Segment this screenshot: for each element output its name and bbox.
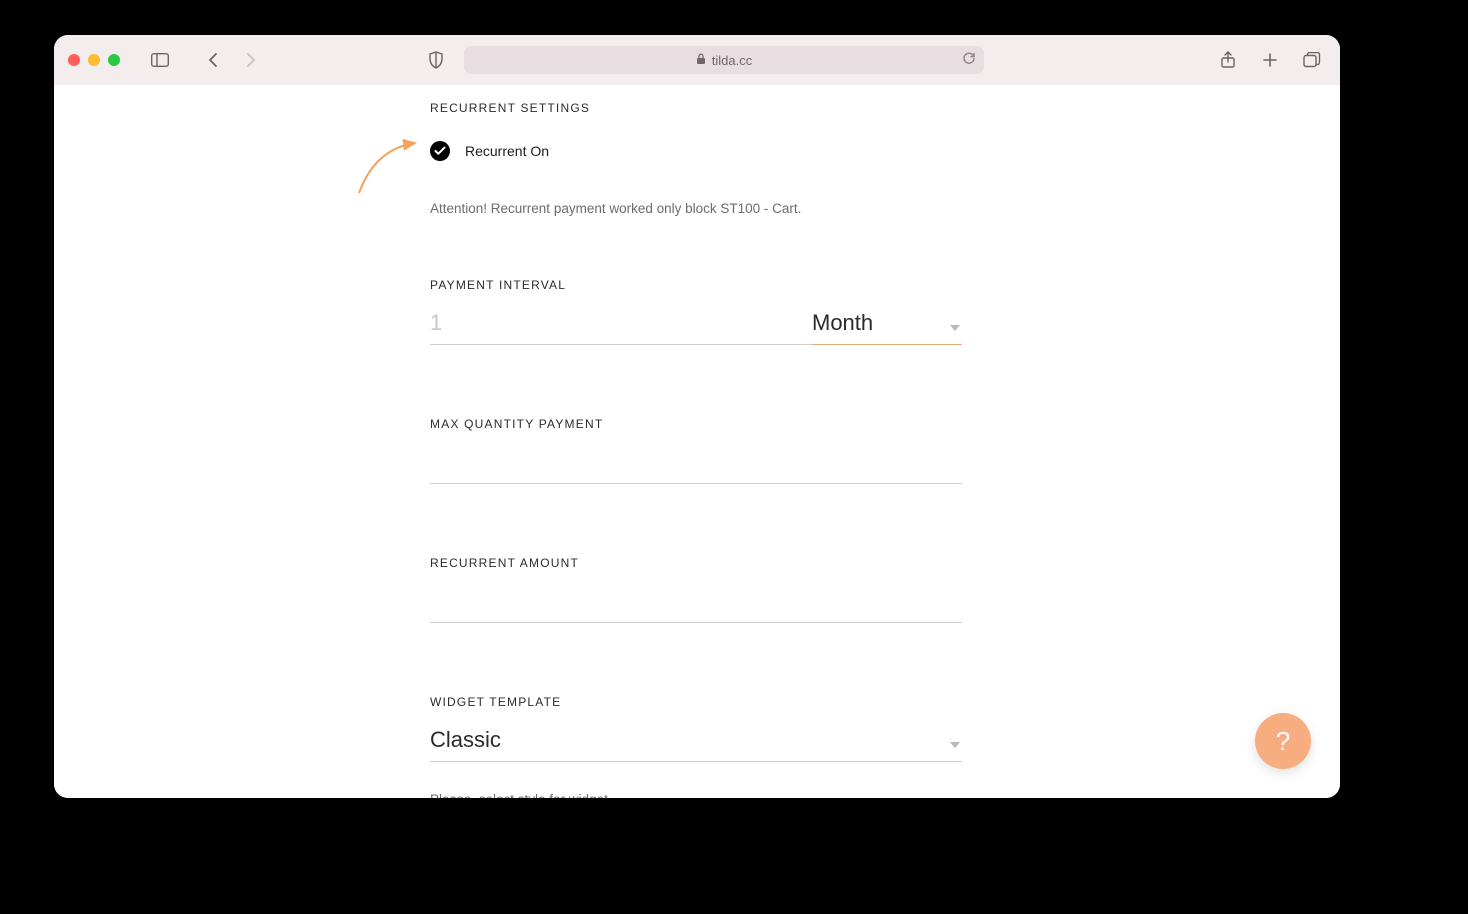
payment-interval-unit-select[interactable]: Month: [812, 304, 962, 345]
recurrent-amount-input[interactable]: [430, 582, 962, 623]
page-content: RECURRENT SETTINGS Recurrent On Attentio…: [54, 85, 1340, 798]
privacy-report-button[interactable]: [422, 46, 450, 74]
url-host: tilda.cc: [712, 53, 752, 68]
widget-template-helper: Please, select style for widget: [430, 792, 962, 798]
new-tab-button[interactable]: [1256, 46, 1284, 74]
chevron-down-icon: [950, 742, 960, 748]
help-icon: ?: [1276, 726, 1290, 757]
window-controls: [68, 54, 120, 66]
window-close-button[interactable]: [68, 54, 80, 66]
annotation-arrow-icon: [355, 137, 425, 197]
max-quantity-input[interactable]: [430, 443, 962, 484]
payment-interval-unit-value: Month: [812, 304, 962, 345]
recurrent-on-checkbox[interactable]: [430, 141, 450, 161]
max-quantity-label: MAX QUANTITY PAYMENT: [430, 417, 962, 431]
browser-titlebar: tilda.cc: [54, 35, 1340, 85]
browser-window: tilda.cc: [54, 35, 1340, 798]
sidebar-toggle-button[interactable]: [146, 46, 174, 74]
help-button[interactable]: ?: [1255, 713, 1311, 769]
widget-template-select[interactable]: Classic: [430, 721, 962, 762]
payment-interval-input[interactable]: [430, 304, 812, 345]
window-maximize-button[interactable]: [108, 54, 120, 66]
nav-forward-button[interactable]: [236, 46, 264, 74]
reload-button[interactable]: [962, 52, 976, 69]
check-icon: [434, 146, 446, 156]
recurrent-on-label: Recurrent On: [465, 143, 549, 159]
payment-interval-label: PAYMENT INTERVAL: [430, 278, 962, 292]
window-minimize-button[interactable]: [88, 54, 100, 66]
widget-template-label: WIDGET TEMPLATE: [430, 695, 962, 709]
recurrent-amount-label: RECURRENT AMOUNT: [430, 556, 962, 570]
address-bar[interactable]: tilda.cc: [464, 46, 984, 74]
share-button[interactable]: [1214, 46, 1242, 74]
nav-back-button[interactable]: [200, 46, 228, 74]
chevron-down-icon: [950, 325, 960, 331]
widget-template-value: Classic: [430, 721, 962, 762]
lock-icon: [696, 53, 706, 68]
recurrent-note: Attention! Recurrent payment worked only…: [430, 201, 962, 216]
recurrent-settings-label: RECURRENT SETTINGS: [430, 101, 962, 115]
tab-overview-button[interactable]: [1298, 46, 1326, 74]
